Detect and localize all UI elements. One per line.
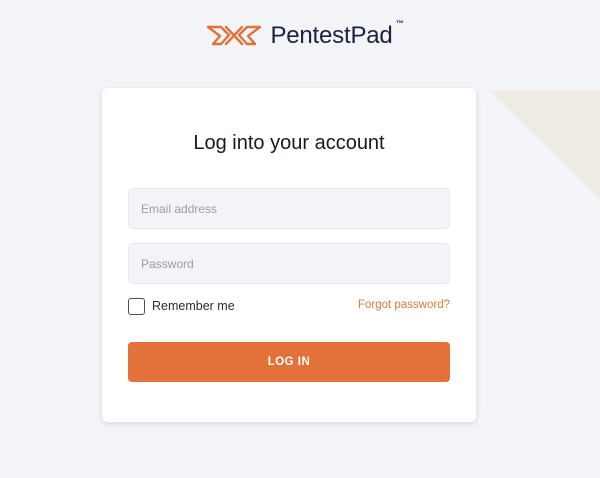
background-triangle	[490, 91, 600, 200]
brand-trademark: ™	[395, 19, 404, 28]
brand-name-text: PentestPad	[270, 22, 393, 49]
login-title: Log into your account	[193, 132, 385, 154]
remember-me-label: Remember me	[152, 299, 235, 313]
remember-me-checkbox[interactable]	[128, 297, 145, 315]
remember-me-toggle[interactable]: Remember me	[128, 297, 235, 315]
email-input[interactable]	[128, 188, 450, 229]
login-page: PentestPad™ Log into your account Rememb…	[0, 0, 600, 478]
forgot-password-link[interactable]: Forgot password?	[358, 299, 450, 311]
pentestpad-logo-icon	[207, 25, 262, 46]
login-button[interactable]: LOG IN	[128, 342, 450, 382]
brand-name: PentestPad ™	[270, 19, 403, 50]
brand-header: PentestPad ™	[0, 19, 600, 50]
login-card: Log into your account Remember me Forgot…	[102, 88, 476, 422]
password-input[interactable]	[128, 243, 450, 284]
